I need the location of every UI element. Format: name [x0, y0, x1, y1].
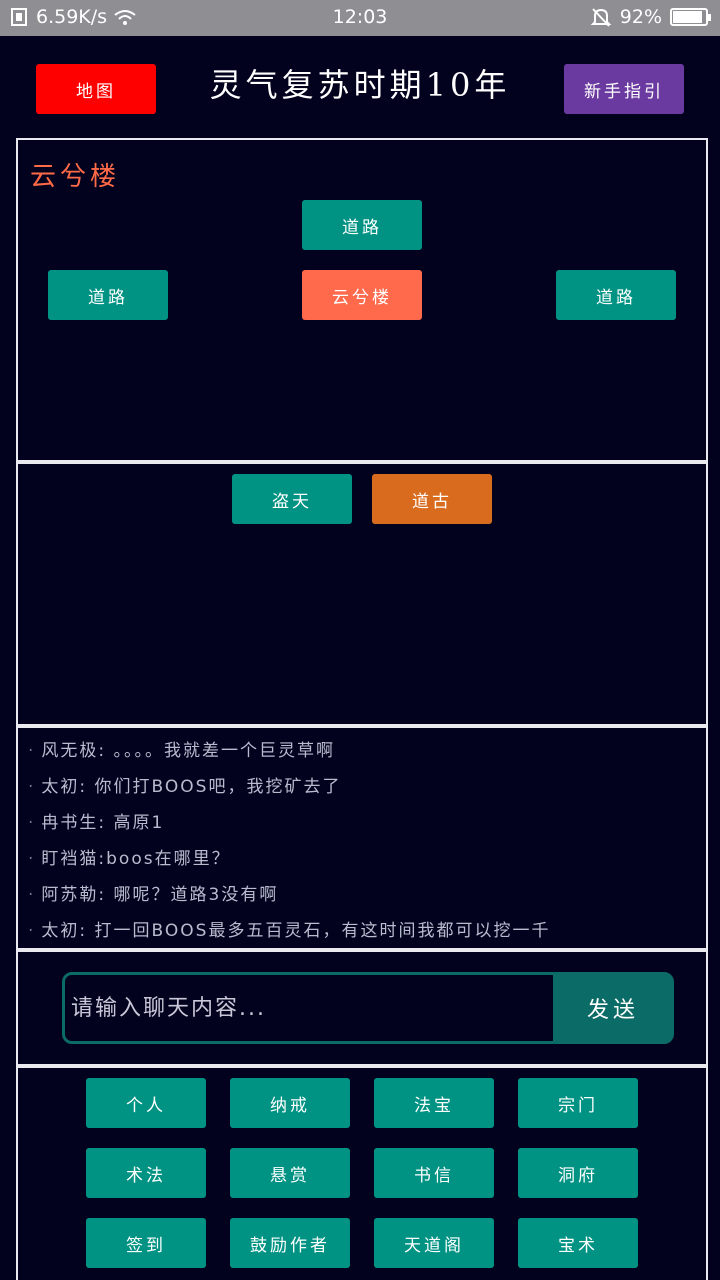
menu-button-encourage-author[interactable]: 鼓励作者 — [230, 1218, 350, 1268]
battery-icon — [670, 8, 711, 26]
chat-user: 太初 — [41, 777, 80, 797]
function-menu: 个人 纳戒 法宝 宗门 术法 悬赏 书信 洞府 签到 鼓励作者 天道阁 宝术 — [16, 1066, 708, 1280]
npc-button[interactable]: 盗天 — [232, 474, 352, 524]
chat-user: 盯裆猫 — [41, 849, 99, 869]
chat-message: · 阿苏勒: 哪呢？道路3没有啊 — [28, 885, 279, 905]
menu-button-treasure[interactable]: 法宝 — [374, 1078, 494, 1128]
chat-user: 太初 — [41, 921, 80, 941]
menu-button-bounty[interactable]: 悬赏 — [230, 1148, 350, 1198]
bullet-icon: · — [28, 921, 36, 941]
chat-text: 。。。。我就差一个巨灵草啊 — [113, 741, 336, 761]
page-title: 灵气复苏时期10年 — [209, 66, 511, 104]
menu-button-profile[interactable]: 个人 — [86, 1078, 206, 1128]
chat-message: · 太初: 打一回BOOS最多五百灵石，有这时间我都可以挖一千 — [28, 921, 551, 941]
bullet-icon: · — [28, 813, 36, 833]
send-button[interactable]: 发送 — [555, 975, 671, 1041]
chat-message: · 太初: 你们打BOOS吧，我挖矿去了 — [28, 777, 342, 797]
exit-west-button[interactable]: 道路 — [48, 270, 168, 320]
chat-message: · 风无极: 。。。。我就差一个巨灵草啊 — [28, 741, 336, 761]
chat-input[interactable] — [65, 975, 555, 1041]
bullet-icon: · — [28, 849, 36, 869]
chat-text: 哪呢？道路3没有啊 — [113, 885, 279, 905]
guide-button[interactable]: 新手指引 — [564, 64, 684, 114]
status-bar: 6.59K/s 12:03 92% — [0, 0, 720, 36]
bullet-icon: · — [28, 885, 36, 905]
chat-user: 冉书生 — [41, 813, 99, 833]
bullet-icon: · — [28, 741, 36, 761]
chat-input-panel: 发送 — [16, 950, 708, 1066]
chat-text: 你们打BOOS吧，我挖矿去了 — [94, 777, 342, 797]
menu-button-checkin[interactable]: 签到 — [86, 1218, 206, 1268]
status-right: 92% — [590, 6, 711, 28]
chat-log: · 风无极: 。。。。我就差一个巨灵草啊 · 太初: 你们打BOOS吧，我挖矿去了 … — [16, 726, 708, 950]
npc-panel: 盗天 道古 — [16, 462, 708, 726]
battery-fill — [673, 11, 703, 23]
location-title: 云兮楼 — [30, 162, 121, 192]
chat-user: 风无极 — [41, 741, 99, 761]
chat-user: 阿苏勒 — [41, 885, 99, 905]
chat-message: · 冉书生: 高原1 — [28, 813, 165, 833]
npc-button[interactable]: 道古 — [372, 474, 492, 524]
exit-east-button[interactable]: 道路 — [556, 270, 676, 320]
bullet-icon: · — [28, 777, 36, 797]
exit-north-button[interactable]: 道路 — [302, 200, 422, 250]
menu-button-treasure-art[interactable]: 宝术 — [518, 1218, 638, 1268]
chat-text: 打一回BOOS最多五百灵石，有这时间我都可以挖一千 — [94, 921, 551, 941]
battery-percent: 92% — [619, 6, 662, 28]
menu-button-cave[interactable]: 洞府 — [518, 1148, 638, 1198]
menu-button-spells[interactable]: 术法 — [86, 1148, 206, 1198]
menu-button-sect[interactable]: 宗门 — [518, 1078, 638, 1128]
map-panel: 云兮楼 道路 道路 云兮楼 道路 — [16, 138, 708, 462]
chat-text: boos在哪里？ — [106, 849, 231, 869]
current-location-button[interactable]: 云兮楼 — [302, 270, 422, 320]
chat-message: · 盯裆猫:boos在哪里？ — [28, 849, 231, 869]
header: 地图 灵气复苏时期10年 新手指引 — [0, 36, 720, 136]
menu-button-storage-ring[interactable]: 纳戒 — [230, 1078, 350, 1128]
menu-button-heavenly-pavilion[interactable]: 天道阁 — [374, 1218, 494, 1268]
chat-text: 高原1 — [113, 813, 165, 833]
mute-bell-icon — [590, 6, 612, 28]
map-button[interactable]: 地图 — [36, 64, 156, 114]
chat-input-group: 发送 — [62, 972, 674, 1044]
menu-button-mail[interactable]: 书信 — [374, 1148, 494, 1198]
